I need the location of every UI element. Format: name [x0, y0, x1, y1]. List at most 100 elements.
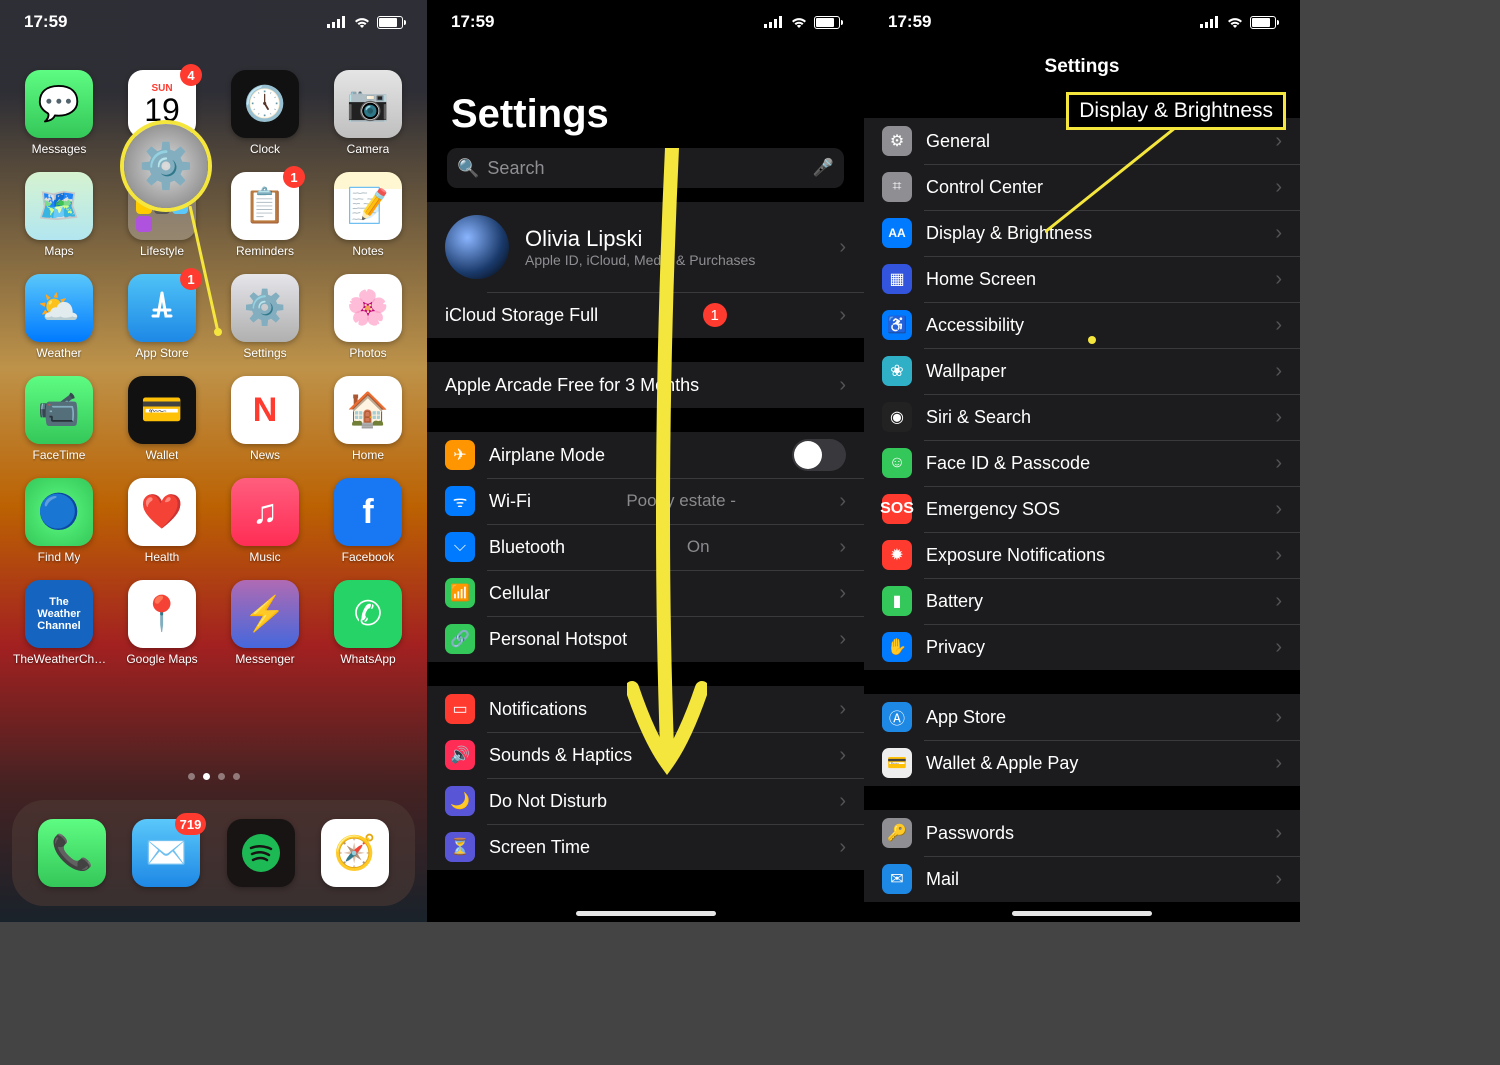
- home-indicator[interactable]: [576, 911, 716, 916]
- app-health[interactable]: ❤️Health: [121, 478, 203, 564]
- chevron-right-icon: ›: [839, 744, 846, 767]
- chevron-right-icon: ›: [839, 490, 846, 513]
- chevron-right-icon: ›: [839, 374, 846, 397]
- app-facebook[interactable]: fFacebook: [327, 478, 409, 564]
- chevron-right-icon: ›: [1275, 544, 1282, 567]
- chevron-right-icon: ›: [839, 236, 846, 259]
- reminders-icon: 📋1: [231, 172, 299, 240]
- app-photos[interactable]: 🌸Photos: [327, 274, 409, 360]
- app-clock[interactable]: 🕔Clock: [224, 70, 306, 156]
- notifications-row[interactable]: ▭ Notifications ›: [427, 686, 864, 732]
- status-time: 17:59: [888, 12, 931, 32]
- faceid-icon: ☺: [882, 448, 912, 478]
- appstore-row[interactable]: Ⓐ App Store ›: [864, 694, 1300, 740]
- app-weather[interactable]: ⛅Weather: [18, 274, 100, 360]
- mail-row-icon: ✉: [882, 864, 912, 894]
- apple-arcade-row[interactable]: Apple Arcade Free for 3 Months ›: [427, 362, 864, 408]
- privacy-icon: ✋: [882, 632, 912, 662]
- battery-icon: [377, 16, 403, 29]
- dnd-icon: 🌙: [445, 786, 475, 816]
- profile-row[interactable]: Olivia Lipski Apple ID, iCloud, Media & …: [427, 202, 864, 292]
- wifi-icon: [353, 15, 371, 29]
- chevron-right-icon: ›: [1275, 314, 1282, 337]
- search-placeholder: Search: [487, 158, 544, 179]
- passwords-row[interactable]: 🔑 Passwords ›: [864, 810, 1300, 856]
- chevron-right-icon: ›: [839, 304, 846, 327]
- airplane-toggle[interactable]: [792, 439, 846, 471]
- dock-spotify[interactable]: [227, 819, 295, 887]
- app-messenger[interactable]: ⚡Messenger: [224, 580, 306, 666]
- dnd-row[interactable]: 🌙 Do Not Disturb ›: [427, 778, 864, 824]
- search-input[interactable]: 🔍 Search 🎤: [447, 148, 844, 188]
- app-camera[interactable]: 📷Camera: [327, 70, 409, 156]
- page-dots[interactable]: [0, 773, 427, 780]
- dock-mail[interactable]: ✉️719: [132, 819, 200, 887]
- screentime-row[interactable]: ⏳ Screen Time ›: [427, 824, 864, 870]
- accessibility-icon: ♿: [882, 310, 912, 340]
- wallet-row-icon: 💳: [882, 748, 912, 778]
- display-brightness-row[interactable]: AA Display & Brightness ›: [864, 210, 1300, 256]
- home-icon: 🏠: [334, 376, 402, 444]
- search-icon: 🔍: [457, 158, 479, 179]
- bluetooth-row[interactable]: ⌵ Bluetooth On ›: [427, 524, 864, 570]
- mail-row[interactable]: ✉ Mail ›: [864, 856, 1300, 902]
- chevron-right-icon: ›: [1275, 868, 1282, 891]
- control-center-row[interactable]: ⌗ Control Center ›: [864, 164, 1300, 210]
- accessibility-row[interactable]: ♿ Accessibility ›: [864, 302, 1300, 348]
- wallpaper-row[interactable]: ❀ Wallpaper ›: [864, 348, 1300, 394]
- app-weather-channel[interactable]: The Weather ChannelTheWeatherCh…: [18, 580, 100, 666]
- icloud-storage-row[interactable]: iCloud Storage Full 1 ›: [427, 292, 864, 338]
- sounds-row[interactable]: 🔊 Sounds & Haptics ›: [427, 732, 864, 778]
- folder-lifestyle[interactable]: Lifestyle: [121, 172, 203, 258]
- wifi-row-icon: ᯤ: [445, 486, 475, 516]
- status-time: 17:59: [24, 12, 67, 32]
- home-screen-row[interactable]: ▦ Home Screen ›: [864, 256, 1300, 302]
- app-notes[interactable]: 📝Notes: [327, 172, 409, 258]
- app-settings[interactable]: ⚙️Settings: [224, 274, 306, 360]
- personal-hotspot-row[interactable]: 🔗 Personal Hotspot ›: [427, 616, 864, 662]
- twc-icon: The Weather Channel: [25, 580, 93, 648]
- settings-icon: ⚙️: [231, 274, 299, 342]
- mic-icon[interactable]: 🎤: [813, 158, 834, 178]
- cellular-signal-icon: [764, 16, 784, 28]
- wallet-pay-row[interactable]: 💳 Wallet & Apple Pay ›: [864, 740, 1300, 786]
- exposure-row[interactable]: ✹ Exposure Notifications ›: [864, 532, 1300, 578]
- chevron-right-icon: ›: [839, 628, 846, 651]
- app-whatsapp[interactable]: ✆WhatsApp: [327, 580, 409, 666]
- app-wallet[interactable]: 💳Wallet: [121, 376, 203, 462]
- app-facetime[interactable]: 📹FaceTime: [18, 376, 100, 462]
- app-home[interactable]: 🏠Home: [327, 376, 409, 462]
- app-messages[interactable]: 💬Messages: [18, 70, 100, 156]
- siri-row[interactable]: ◉ Siri & Search ›: [864, 394, 1300, 440]
- wifi-icon: [790, 15, 808, 29]
- privacy-row[interactable]: ✋ Privacy ›: [864, 624, 1300, 670]
- home-indicator[interactable]: [1012, 911, 1152, 916]
- calendar-icon: SUN 19 4: [128, 70, 196, 138]
- exposure-icon: ✹: [882, 540, 912, 570]
- battery-icon: [1250, 16, 1276, 29]
- settings-root-screen: 17:59 Settings 🔍 Search 🎤 Olivia Lipski …: [427, 0, 864, 922]
- app-music[interactable]: ♫Music: [224, 478, 306, 564]
- wifi-row[interactable]: ᯤ Wi-Fi Poopy estate - ›: [427, 478, 864, 524]
- app-google-maps[interactable]: 📍Google Maps: [121, 580, 203, 666]
- app-news[interactable]: NNews: [224, 376, 306, 462]
- cellular-signal-icon: [327, 16, 347, 28]
- chevron-right-icon: ›: [1275, 222, 1282, 245]
- sos-row[interactable]: SOS Emergency SOS ›: [864, 486, 1300, 532]
- cellular-row[interactable]: 📶 Cellular ›: [427, 570, 864, 616]
- battery-row[interactable]: ▮ Battery ›: [864, 578, 1300, 624]
- faceid-row[interactable]: ☺ Face ID & Passcode ›: [864, 440, 1300, 486]
- airplane-mode-row[interactable]: ✈ Airplane Mode: [427, 432, 864, 478]
- gear-icon: ⚙: [882, 126, 912, 156]
- app-reminders[interactable]: 📋1Reminders: [224, 172, 306, 258]
- chevron-right-icon: ›: [1275, 498, 1282, 521]
- app-calendar[interactable]: SUN 19 4 Calendar: [121, 70, 203, 156]
- app-maps[interactable]: 🗺️Maps: [18, 172, 100, 258]
- app-appstore[interactable]: 1App Store: [121, 274, 203, 360]
- dock-safari[interactable]: 🧭: [321, 819, 389, 887]
- dock-phone[interactable]: 📞: [38, 819, 106, 887]
- status-time: 17:59: [451, 12, 494, 32]
- app-findmy[interactable]: 🔵Find My: [18, 478, 100, 564]
- messages-icon: 💬: [25, 70, 93, 138]
- facetime-icon: 📹: [25, 376, 93, 444]
